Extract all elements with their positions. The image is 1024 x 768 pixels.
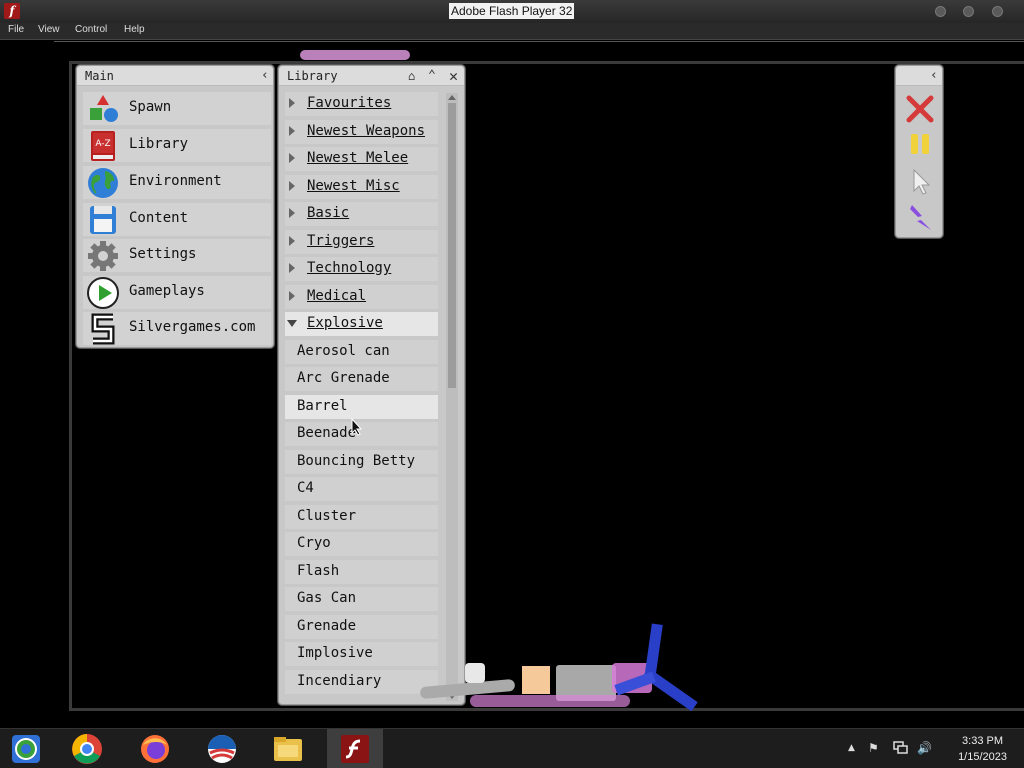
pink-particles [470, 695, 630, 707]
expand-arrow-icon [289, 291, 295, 301]
file-explorer-icon[interactable] [272, 733, 304, 765]
library-item-bouncing-betty[interactable]: Bouncing Betty [285, 450, 438, 474]
menu-file[interactable]: File [8, 24, 24, 35]
library-category-newest-weapons[interactable]: Newest Weapons [285, 120, 438, 144]
library-category-basic[interactable]: Basic [285, 202, 438, 226]
tools-panel: ‹ [895, 65, 943, 238]
volume-icon[interactable]: 🔊 [917, 741, 932, 755]
firefox-icon[interactable] [139, 733, 171, 765]
home-icon[interactable]: ⌂ [408, 66, 415, 86]
system-clock[interactable]: 3:33 PM 1/15/2023 [958, 733, 1007, 765]
silvergames-logo-icon [91, 313, 115, 345]
tray-expand-icon[interactable]: ▲ [848, 743, 855, 753]
mouse-cursor-icon [351, 418, 363, 436]
scroll-up-arrow-icon[interactable] [448, 95, 456, 100]
main-item-silvergames[interactable]: Silvergames.com [83, 312, 271, 345]
play-icon [87, 277, 119, 309]
lightning-icon[interactable] [906, 203, 934, 233]
library-category-technology[interactable]: Technology [285, 257, 438, 281]
tools-panel-header: ‹ [896, 66, 942, 86]
chevron-up-icon[interactable]: ⌃ [428, 66, 436, 86]
chrome-icon[interactable] [71, 733, 103, 765]
main-item-settings[interactable]: Settings [83, 239, 271, 272]
library-category-newest-misc[interactable]: Newest Misc [285, 175, 438, 199]
pause-icon[interactable] [906, 130, 934, 160]
clock-time: 3:33 PM [962, 735, 1004, 747]
expand-arrow-icon [289, 208, 295, 218]
chromium-icon[interactable] [10, 733, 42, 765]
library-category-medical[interactable]: Medical [285, 285, 438, 309]
library-panel-title: Library [287, 69, 338, 83]
flash-player-icon[interactable] [339, 733, 371, 765]
obama-logo-icon[interactable] [206, 733, 238, 765]
library-category-triggers[interactable]: Triggers [285, 230, 438, 254]
minimize-button[interactable] [935, 6, 946, 17]
main-panel-header: Main ‹ [77, 66, 273, 86]
library-item-c4[interactable]: C4 [285, 477, 438, 501]
library-item-flash[interactable]: Flash [285, 560, 438, 584]
taskbar: ▲ ⚑ 🔊 3:33 PM 1/15/2023 [0, 728, 1024, 768]
pointer-icon[interactable] [906, 167, 934, 197]
library-category-newest-melee[interactable]: Newest Melee [285, 147, 438, 171]
library-item-cryo[interactable]: Cryo [285, 532, 438, 556]
maximize-button[interactable] [963, 6, 974, 17]
expand-arrow-icon [289, 263, 295, 273]
action-center-flag-icon[interactable]: ⚑ [868, 741, 879, 755]
collapse-chevron-icon[interactable]: ‹ [930, 66, 938, 86]
floppy-disk-icon [90, 206, 116, 234]
shapes-icon [90, 95, 118, 122]
library-scroll-thumb[interactable] [448, 103, 456, 388]
library-item-grenade[interactable]: Grenade [285, 615, 438, 639]
main-item-spawn[interactable]: Spawn [83, 92, 271, 125]
library-item-arc-grenade[interactable]: Arc Grenade [285, 367, 438, 391]
library-scrollbar[interactable] [446, 93, 458, 701]
stage-top [54, 41, 1024, 61]
title-bar: f Adobe Flash Player 32 [0, 0, 1024, 23]
main-item-library[interactable]: A-Z Library [83, 129, 271, 162]
globe-icon [88, 168, 118, 198]
main-panel-title: Main [85, 69, 114, 83]
collapse-chevron-icon[interactable]: ‹ [261, 66, 269, 86]
expand-arrow-icon [289, 126, 295, 136]
menu-bar: File View Control Help [0, 23, 1024, 40]
collapse-arrow-icon [287, 320, 297, 327]
close-icon[interactable]: ✕ [449, 66, 458, 86]
window-title: Adobe Flash Player 32 [449, 3, 575, 19]
library-item-implosive[interactable]: Implosive [285, 642, 438, 666]
library-item-aerosol-can[interactable]: Aerosol can [285, 340, 438, 364]
clock-date: 1/15/2023 [958, 751, 1007, 763]
library-item-barrel[interactable]: Barrel [285, 395, 438, 419]
menu-control[interactable]: Control [75, 24, 107, 35]
expand-arrow-icon [289, 236, 295, 246]
menu-help[interactable]: Help [124, 24, 145, 35]
library-category-explosive[interactable]: Explosive [285, 312, 438, 336]
gear-icon [88, 241, 118, 271]
library-panel: Library ⌂ ⌃ ✕ Favourites Newest Weapons … [278, 65, 465, 705]
main-item-content[interactable]: Content [83, 203, 271, 236]
expand-arrow-icon [289, 98, 295, 108]
main-item-environment[interactable]: Environment [83, 166, 271, 199]
expand-arrow-icon [289, 181, 295, 191]
svg-text:A-Z: A-Z [95, 139, 110, 149]
crate-object[interactable] [522, 666, 550, 694]
network-icon[interactable] [893, 741, 909, 755]
flash-app-icon: f [4, 3, 20, 19]
ragdoll-head[interactable] [465, 663, 485, 683]
library-item-cluster[interactable]: Cluster [285, 505, 438, 529]
library-item-incendiary[interactable]: Incendiary [285, 670, 438, 694]
library-panel-header: Library ⌂ ⌃ ✕ [279, 66, 464, 86]
pink-particles [300, 50, 410, 60]
library-item-gas-can[interactable]: Gas Can [285, 587, 438, 611]
library-category-favourites[interactable]: Favourites [285, 92, 438, 116]
main-item-gameplays[interactable]: Gameplays [83, 276, 271, 309]
main-panel: Main ‹ Spawn A-Z Library Environment Con… [76, 65, 274, 348]
expand-arrow-icon [289, 153, 295, 163]
library-book-icon: A-Z [91, 131, 115, 161]
close-button[interactable] [992, 6, 1003, 17]
menu-view[interactable]: View [38, 24, 60, 35]
close-x-icon[interactable] [906, 94, 934, 124]
